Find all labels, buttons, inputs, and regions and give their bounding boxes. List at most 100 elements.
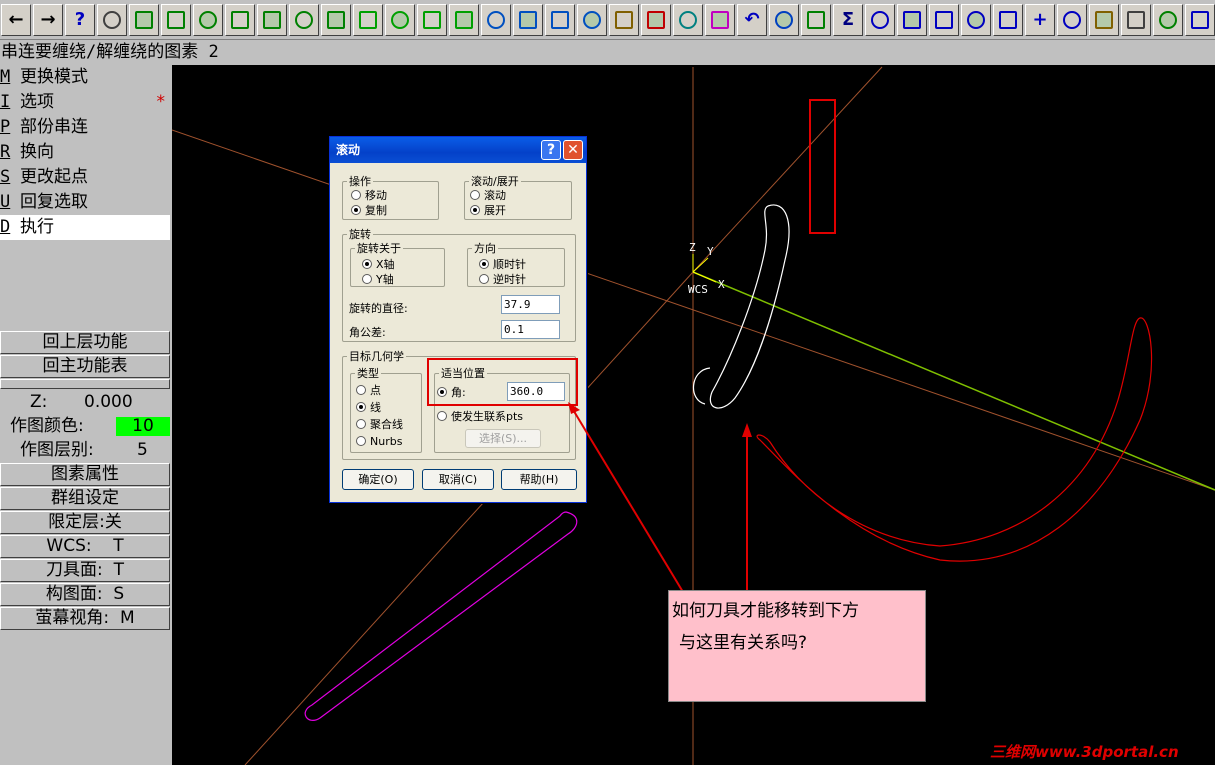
help-icon[interactable]: ? <box>541 140 561 160</box>
color-row[interactable]: 作图颜色: 10 <box>0 415 170 438</box>
arrow-right-button[interactable]: → <box>33 3 63 36</box>
zoom-select-button[interactable] <box>289 3 319 36</box>
view-cube-button[interactable] <box>449 3 479 36</box>
menu-item-s[interactable]: S 更改起点 <box>0 165 170 190</box>
select-button[interactable]: 选择(S)... <box>465 429 541 448</box>
arrow-left-button[interactable]: ← <box>1 3 31 36</box>
analyze-button[interactable] <box>129 3 159 36</box>
limit-level-button[interactable]: 限定层:关 <box>0 511 170 534</box>
main-menu-button[interactable]: 回主功能表 <box>0 355 170 378</box>
green-line <box>692 271 1215 491</box>
close-icon[interactable]: ✕ <box>563 140 583 160</box>
radio-off-icon <box>470 190 480 200</box>
highlight-box-viewport <box>809 99 836 234</box>
color-swatch[interactable]: 10 <box>116 417 170 436</box>
magenta-slot[interactable] <box>304 511 578 721</box>
rot-y-radio[interactable]: Y轴 <box>362 273 394 287</box>
view-front-button[interactable] <box>385 3 415 36</box>
layers-icon <box>807 10 825 29</box>
menu-hotkey: P <box>0 117 11 137</box>
view-iso-button[interactable] <box>321 3 351 36</box>
cancel-button[interactable]: 取消(C) <box>422 469 494 490</box>
roll-radio[interactable]: 滚动 <box>470 189 506 203</box>
undo-button[interactable]: ↶ <box>737 3 767 36</box>
menu-label: 执行 <box>20 217 54 237</box>
help-button[interactable]: ? <box>65 3 95 36</box>
pan-button[interactable] <box>257 3 287 36</box>
view-cube-4-button[interactable] <box>577 3 607 36</box>
level-row[interactable]: 作图层别: 5 <box>0 439 170 462</box>
cplane-button[interactable]: 构图面: S <box>0 583 170 606</box>
type-polyline-radio[interactable]: 聚合线 <box>356 418 403 432</box>
type-nurbs-radio[interactable]: Nurbs <box>356 435 402 449</box>
unroll-radio[interactable]: 展开 <box>470 204 506 218</box>
rot-x-radio[interactable]: X轴 <box>362 258 395 272</box>
tplane-value: T <box>113 560 124 580</box>
menu-item-p[interactable]: P 部份串连 <box>0 115 170 140</box>
axis-z-label: Z <box>689 241 696 254</box>
menu-item-d[interactable]: D 执行 <box>0 215 170 240</box>
view-cube-3-button[interactable] <box>545 3 575 36</box>
calculator-button[interactable] <box>97 3 127 36</box>
z-value: 0.000 <box>84 392 133 412</box>
z-depth-row[interactable]: Z: 0.000 <box>0 391 170 414</box>
level-value: 5 <box>137 440 148 460</box>
erase-button[interactable] <box>641 3 671 36</box>
tolerance-input[interactable]: 0.1 <box>501 320 560 339</box>
zoom-out-button[interactable] <box>225 3 255 36</box>
transform-button[interactable] <box>673 3 703 36</box>
chain-button[interactable] <box>1121 3 1151 36</box>
assoc-pts-radio[interactable]: 使发生联系pts <box>437 410 523 424</box>
menu-item-m[interactable]: M 更换模式 <box>0 65 170 90</box>
pencil-button[interactable] <box>609 3 639 36</box>
menu-item-i[interactable]: I 选项 * <box>0 90 170 115</box>
trim-button[interactable] <box>1153 3 1183 36</box>
groups-button[interactable]: 群组设定 <box>0 487 170 510</box>
type-point-radio[interactable]: 点 <box>356 384 381 398</box>
op-copy-radio[interactable]: 复制 <box>351 204 387 218</box>
sigma-button[interactable]: Σ <box>833 3 863 36</box>
view-side-button[interactable] <box>417 3 447 36</box>
view-cube-2-button[interactable] <box>513 3 543 36</box>
wcs-button[interactable]: WCS: T <box>0 535 170 558</box>
view-front-icon <box>391 10 409 29</box>
dialog-titlebar[interactable]: 滚动 ? ✕ <box>330 137 586 163</box>
spline-button[interactable] <box>961 3 991 36</box>
gview-button[interactable]: 萤幕视角: M <box>0 607 170 630</box>
zoom-in-button[interactable] <box>193 3 223 36</box>
trim-2-button[interactable] <box>1185 3 1215 36</box>
op-move-radio[interactable]: 移动 <box>351 189 387 203</box>
dir-cw-radio[interactable]: 顺时针 <box>479 258 526 272</box>
surface-icon <box>1063 10 1081 29</box>
rectangle-button[interactable] <box>993 3 1023 36</box>
fillet-button[interactable] <box>929 3 959 36</box>
ok-button[interactable]: 确定(O) <box>342 469 414 490</box>
tplane-button[interactable]: 刀具面: T <box>0 559 170 582</box>
transform-2-button[interactable] <box>705 3 735 36</box>
attributes-button[interactable]: 图素属性 <box>0 463 170 486</box>
back-button[interactable]: 回上层功能 <box>0 331 170 354</box>
arc-button[interactable] <box>897 3 927 36</box>
diameter-input[interactable]: 37.9 <box>501 295 560 314</box>
help-button[interactable]: 帮助(H) <box>501 469 577 490</box>
radio-off-icon <box>479 274 489 284</box>
view-cube-blue-button[interactable] <box>481 3 511 36</box>
sphere-button[interactable] <box>769 3 799 36</box>
zoom-in-icon <box>199 10 217 29</box>
radio-on-icon <box>470 205 480 215</box>
menu-hotkey: R <box>0 142 11 162</box>
dir-ccw-radio[interactable]: 逆时针 <box>479 273 526 287</box>
solid-button[interactable] <box>1089 3 1119 36</box>
fillet-icon <box>935 10 953 29</box>
rectangle-icon <box>999 10 1017 29</box>
layers-button[interactable] <box>801 3 831 36</box>
point-button[interactable]: + <box>1025 3 1055 36</box>
view-top-button[interactable] <box>353 3 383 36</box>
menu-item-u[interactable]: U 回复选取 <box>0 190 170 215</box>
zoom-window-button[interactable] <box>161 3 191 36</box>
line-button[interactable] <box>865 3 895 36</box>
spacer-button <box>0 379 170 389</box>
type-line-radio[interactable]: 线 <box>356 401 381 415</box>
menu-item-r[interactable]: R 换向 <box>0 140 170 165</box>
surface-button[interactable] <box>1057 3 1087 36</box>
